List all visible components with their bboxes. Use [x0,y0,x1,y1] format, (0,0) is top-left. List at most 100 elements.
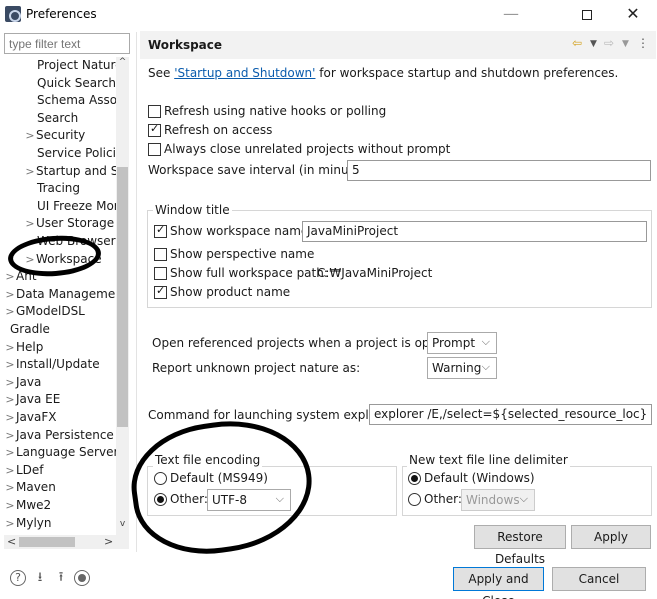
close-unrelated-checkbox[interactable] [148,143,161,156]
chevron-right-icon[interactable]: > [4,427,16,444]
chevron-right-icon[interactable]: > [24,127,36,144]
tree-item[interactable]: >Help [4,339,117,356]
explorer-label: Command for launching system explorer: [148,408,397,422]
refresh-access-checkbox[interactable] [148,122,161,137]
tree-item-label: Install/Update [16,357,100,372]
chevron-right-icon[interactable]: > [24,163,36,180]
tree-item[interactable]: Quick Search [4,75,117,92]
save-interval-input[interactable]: 5 [347,160,651,181]
view-menu-icon[interactable]: ⋮ [637,36,649,50]
chevron-right-icon[interactable]: > [4,374,16,391]
tree-item[interactable]: >Maven [4,479,117,496]
filter-input[interactable] [4,33,130,54]
scroll-up-icon[interactable]: ^ [116,57,129,67]
show-perspective-checkbox[interactable] [154,248,167,261]
chevron-right-icon[interactable]: > [4,515,16,532]
scroll-right-icon[interactable]: > [104,535,113,548]
close-unrelated-label[interactable]: Always close unrelated projects without … [164,142,450,156]
delimiter-other-label[interactable]: Other: [424,492,462,506]
refresh-native-checkbox[interactable] [148,105,161,118]
back-menu-chevron-icon[interactable]: ▼ [590,39,597,49]
tree-item[interactable]: >Data Managemer [4,286,117,303]
preference-tree: Project Nature: Quick Search Schema Associ… [4,57,129,535]
tree-item[interactable]: >Security [4,127,117,144]
tree-item[interactable]: >LDef [4,462,117,479]
chevron-right-icon[interactable]: > [4,409,16,426]
tree-item[interactable]: Tracing [4,180,117,197]
delimiter-value: Windows [466,493,520,507]
chevron-right-icon[interactable]: > [4,479,16,496]
delimiter-other-radio[interactable] [408,493,421,506]
chevron-right-icon[interactable]: > [4,268,16,285]
tree-item[interactable]: UI Freeze Mon [4,198,117,215]
tree-item[interactable]: Project Nature: [4,57,117,74]
refresh-native-label[interactable]: Refresh using native hooks or polling [164,104,386,118]
tree-item[interactable]: >User Storage S [4,215,117,232]
chevron-right-icon[interactable]: > [4,444,16,461]
scroll-down-icon[interactable]: v [116,519,129,529]
tree-item[interactable]: Search [4,110,117,127]
horizontal-scroll-thumb[interactable] [19,537,75,547]
record-icon[interactable] [74,570,90,586]
maximize-button[interactable] [565,3,609,27]
tree-item[interactable]: >Java Persistence [4,427,117,444]
startup-shutdown-link[interactable]: 'Startup and Shutdown' [174,66,315,80]
show-perspective-label[interactable]: Show perspective name [170,247,314,261]
show-workspace-name-label[interactable]: Show workspace name: [170,224,312,238]
apply-button[interactable]: Apply [571,525,651,549]
tree-item[interactable]: >Startup and Sh [4,163,117,180]
tree-item[interactable]: >Java [4,374,117,391]
delimiter-default-label[interactable]: Default (Windows) [424,471,535,485]
show-full-path-label[interactable]: Show full workspace path: [170,266,328,280]
workspace-name-input[interactable]: JavaMiniProject [302,221,647,242]
import-icon[interactable]: ⭳ [32,570,48,586]
tree-vertical-scrollbar[interactable]: ^ v [116,57,129,535]
tree-item[interactable]: >JavaFX [4,409,117,426]
scroll-thumb[interactable] [117,167,128,427]
tree-item[interactable]: >GModelDSL [4,303,117,320]
open-referenced-select[interactable]: Prompt ⌵ [427,332,497,354]
tree-item[interactable]: Gradle [4,321,117,338]
cancel-button[interactable]: Cancel [552,567,646,591]
tree-item[interactable]: >Install/Update [4,356,117,373]
tree-item-label: Java EE [16,392,61,407]
restore-defaults-button[interactable]: Restore Defaults [474,525,566,566]
tree-item[interactable]: Schema Associ [4,92,117,109]
tree-item[interactable]: >Language Servers [4,444,117,461]
minimize-button[interactable]: — [489,3,533,27]
chevron-right-icon[interactable]: > [4,286,16,303]
explorer-command-input[interactable]: explorer /E,/select=${selected_resource_… [369,404,652,425]
refresh-access-label[interactable]: Refresh on access [164,123,272,137]
chevron-right-icon[interactable]: > [4,391,16,408]
chevron-right-icon[interactable]: > [4,462,16,479]
export-icon[interactable]: ⭱ [53,570,69,586]
delimiter-default-radio[interactable] [408,472,421,485]
tree-item[interactable]: >Mylyn [4,515,117,532]
show-full-path-checkbox[interactable] [154,267,167,280]
back-arrow-icon[interactable]: ⇦ [572,36,582,50]
forward-menu-chevron-icon[interactable]: ▼ [622,39,629,49]
tree-item[interactable]: >Java EE [4,391,117,408]
tree-item[interactable]: Service Policies [4,145,117,162]
chevron-right-icon[interactable]: > [4,497,16,514]
tree-item[interactable]: >Mwe2 [4,497,117,514]
scroll-left-icon[interactable]: < [7,535,16,548]
close-button[interactable]: ✕ [611,3,655,27]
tree-item-label: Search [37,110,79,125]
chevron-right-icon[interactable]: > [4,339,16,356]
apply-and-close-button[interactable]: Apply and Close [453,567,544,599]
maximize-icon [582,10,592,20]
unknown-nature-select[interactable]: Warning ⌵ [427,357,497,379]
show-workspace-name-checkbox[interactable] [154,223,167,238]
window-title-legend: Window title [153,203,232,217]
full-path-value: C:₩JavaMiniProject [317,266,433,280]
chevron-right-icon[interactable]: > [4,303,16,320]
tree-horizontal-scrollbar[interactable]: < > [4,535,129,549]
chevron-right-icon[interactable]: > [4,356,16,373]
show-product-checkbox[interactable] [154,284,167,299]
help-icon[interactable]: ? [10,570,26,586]
tree-item-label: Language Servers [16,445,117,460]
show-product-label[interactable]: Show product name [170,285,290,299]
forward-arrow-icon[interactable]: ⇨ [604,36,614,50]
chevron-right-icon[interactable]: > [24,215,36,232]
